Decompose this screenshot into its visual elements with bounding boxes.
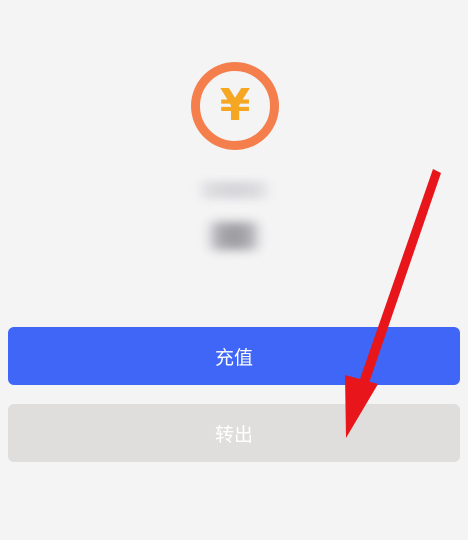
recharge-button-label: 充值: [214, 346, 253, 369]
recharge-button[interactable]: 充值: [8, 327, 460, 385]
withdraw-button[interactable]: 转出: [8, 404, 460, 462]
wallet-screen: ¥ 充值 转出: [0, 0, 468, 540]
balance-amount-blurred: [205, 222, 263, 250]
balance-label-blurred: [195, 181, 273, 199]
yen-coin-icon: ¥: [190, 61, 280, 151]
withdraw-button-label: 转出: [214, 423, 253, 446]
yen-glyph: ¥: [220, 80, 251, 131]
